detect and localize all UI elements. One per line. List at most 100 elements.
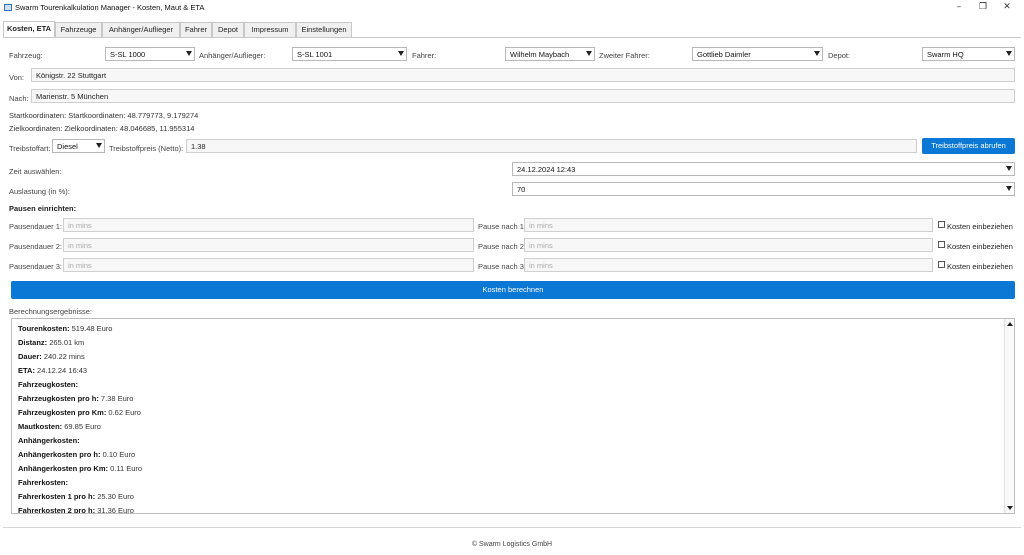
- chevron-down-icon: [1006, 166, 1012, 171]
- pauses-heading: Pausen einrichten:: [9, 204, 77, 213]
- app-icon: [4, 4, 12, 11]
- driver-value: Wilhelm Maybach: [510, 50, 570, 59]
- include-costs-2-label: Kosten einbeziehen: [947, 242, 1013, 251]
- maximize-icon[interactable]: ❐: [976, 1, 990, 13]
- minimize-icon[interactable]: –: [952, 1, 966, 13]
- to-label: Nach:: [9, 94, 29, 103]
- tab-fahrer[interactable]: Fahrer: [180, 22, 212, 37]
- pause-after-1-label: Pause nach 1:: [478, 222, 526, 231]
- time-value: 24.12.2024 12:43: [517, 165, 576, 174]
- pause-duration-3-input[interactable]: [63, 258, 474, 272]
- pause-duration-3-label: Pausendauer 3:: [9, 262, 62, 271]
- vehicle-select[interactable]: S-SL 1000: [105, 47, 195, 61]
- tab-fahrzeuge[interactable]: Fahrzeuge: [55, 22, 102, 37]
- fuel-type-value: Diesel: [57, 142, 78, 151]
- result-line: Anhängerkosten pro h: 0.10 Euro: [18, 450, 136, 459]
- second-driver-value: Gottlieb Daimler: [697, 50, 751, 59]
- results-label: Berechnungsergebnisse:: [9, 307, 92, 316]
- scroll-down-icon[interactable]: [1007, 506, 1013, 510]
- include-costs-3-checkbox[interactable]: [938, 261, 945, 268]
- pause-duration-1-input[interactable]: [63, 218, 474, 232]
- load-label: Auslastung (in %):: [9, 187, 70, 196]
- fetch-fuel-price-button[interactable]: Treibstoffpreis abrufen: [922, 138, 1015, 154]
- fuel-price-field[interactable]: 1.38: [186, 139, 917, 153]
- fuel-price-value: 1.38: [191, 142, 206, 151]
- include-costs-1-checkbox[interactable]: [938, 221, 945, 228]
- include-costs-2-checkbox[interactable]: [938, 241, 945, 248]
- second-driver-select[interactable]: Gottlieb Daimler: [692, 47, 823, 61]
- title-bar: Swarm Tourenkalkulation Manager - Kosten…: [0, 0, 1024, 16]
- pause-after-2-input[interactable]: [524, 238, 933, 252]
- result-line: Fahrzeugkosten pro Km: 0.62 Euro: [18, 408, 141, 417]
- depot-select[interactable]: Swarm HQ: [922, 47, 1015, 61]
- result-line: Tourenkosten: 519.48 Euro: [18, 324, 113, 333]
- result-line: Dauer: 240.22 mins: [18, 352, 85, 361]
- tab-impressum[interactable]: Impressum: [244, 22, 296, 37]
- chevron-down-icon: [586, 51, 592, 56]
- result-line: Fahrzeugkosten:: [18, 380, 79, 389]
- pause-duration-2-text[interactable]: [64, 239, 473, 251]
- window-title: Swarm Tourenkalkulation Manager - Kosten…: [15, 3, 205, 12]
- footer-divider: [3, 527, 1021, 528]
- time-select[interactable]: 24.12.2024 12:43: [512, 162, 1015, 176]
- close-icon[interactable]: ✕: [1000, 1, 1014, 13]
- fuel-type-label: Treibstoffart:: [9, 144, 51, 153]
- chevron-down-icon: [186, 51, 192, 56]
- to-field[interactable]: Marienstr. 5 München: [31, 89, 1015, 103]
- depot-value: Swarm HQ: [927, 50, 964, 59]
- chevron-down-icon: [96, 143, 102, 148]
- tab-einstellungen[interactable]: Einstellungen: [296, 22, 352, 37]
- scroll-up-icon[interactable]: [1007, 322, 1013, 326]
- trailer-value: S-SL 1001: [297, 50, 333, 59]
- result-line: Fahrerkosten:: [18, 478, 69, 487]
- result-line: Anhängerkosten:: [18, 436, 80, 445]
- chevron-down-icon: [1006, 186, 1012, 191]
- pause-after-3-text[interactable]: [525, 259, 932, 271]
- result-line: ETA: 24.12.24 16:43: [18, 366, 88, 375]
- driver-label: Fahrer:: [412, 51, 437, 60]
- results-textarea[interactable]: Tourenkosten: 519.48 Euro Distanz: 265.0…: [11, 318, 1015, 514]
- chevron-down-icon: [814, 51, 820, 56]
- pause-duration-1-text[interactable]: [64, 219, 473, 231]
- second-driver-label: Zweiter Fahrer:: [599, 51, 650, 60]
- result-line: Distanz: 265.01 km: [18, 338, 85, 347]
- load-value: 70: [517, 185, 526, 194]
- from-field[interactable]: Königstr. 22 Stuttgart: [31, 68, 1015, 82]
- pause-after-3-label: Pause nach 3:: [478, 262, 526, 271]
- result-line: Mautkosten: 69.85 Euro: [18, 422, 101, 431]
- pause-duration-2-label: Pausendauer 2:: [9, 242, 62, 251]
- end-coordinates: Zielkoordinaten: Zielkoordinaten: 48.046…: [9, 124, 195, 133]
- trailer-select[interactable]: S-SL 1001: [292, 47, 407, 61]
- fuel-price-label: Treibstoffpreis (Netto):: [109, 144, 184, 153]
- start-coordinates: Startkoordinaten: Startkoordinaten: 48.7…: [9, 111, 199, 120]
- vehicle-value: S-SL 1000: [110, 50, 146, 59]
- result-line: Fahrerkosten 1 pro h: 25.30 Euro: [18, 492, 134, 501]
- from-value: Königstr. 22 Stuttgart: [36, 71, 107, 80]
- results-scrollbar[interactable]: [1004, 319, 1014, 513]
- tab-strip-line: [3, 37, 1021, 38]
- vehicle-label: Fahrzeug:: [9, 51, 43, 60]
- driver-select[interactable]: Wilhelm Maybach: [505, 47, 595, 61]
- pause-after-2-label: Pause nach 2:: [478, 242, 526, 251]
- calculate-costs-button[interactable]: Kosten berechnen: [11, 281, 1015, 299]
- tab-anhaenger[interactable]: Anhänger/Auflieger: [102, 22, 180, 37]
- pause-duration-3-text[interactable]: [64, 259, 473, 271]
- pause-after-3-input[interactable]: [524, 258, 933, 272]
- fuel-type-select[interactable]: Diesel: [52, 139, 105, 153]
- include-costs-1-label: Kosten einbeziehen: [947, 222, 1013, 231]
- result-line: Fahrerkosten 2 pro h: 31.36 Euro: [18, 506, 134, 514]
- to-value: Marienstr. 5 München: [36, 92, 109, 101]
- pause-after-2-text[interactable]: [525, 239, 932, 251]
- pause-after-1-input[interactable]: [524, 218, 933, 232]
- pause-after-1-text[interactable]: [525, 219, 932, 231]
- pause-duration-2-input[interactable]: [63, 238, 474, 252]
- tab-depot[interactable]: Depot: [212, 22, 244, 37]
- chevron-down-icon: [398, 51, 404, 56]
- pause-duration-1-label: Pausendauer 1:: [9, 222, 62, 231]
- load-select[interactable]: 70: [512, 182, 1015, 196]
- chevron-down-icon: [1006, 51, 1012, 56]
- tab-kosten-eta[interactable]: Kosten, ETA: [3, 21, 55, 37]
- trailer-label: Anhänger/Auflieger:: [199, 51, 266, 60]
- include-costs-3-label: Kosten einbeziehen: [947, 262, 1013, 271]
- time-label: Zeit auswählen:: [9, 167, 62, 176]
